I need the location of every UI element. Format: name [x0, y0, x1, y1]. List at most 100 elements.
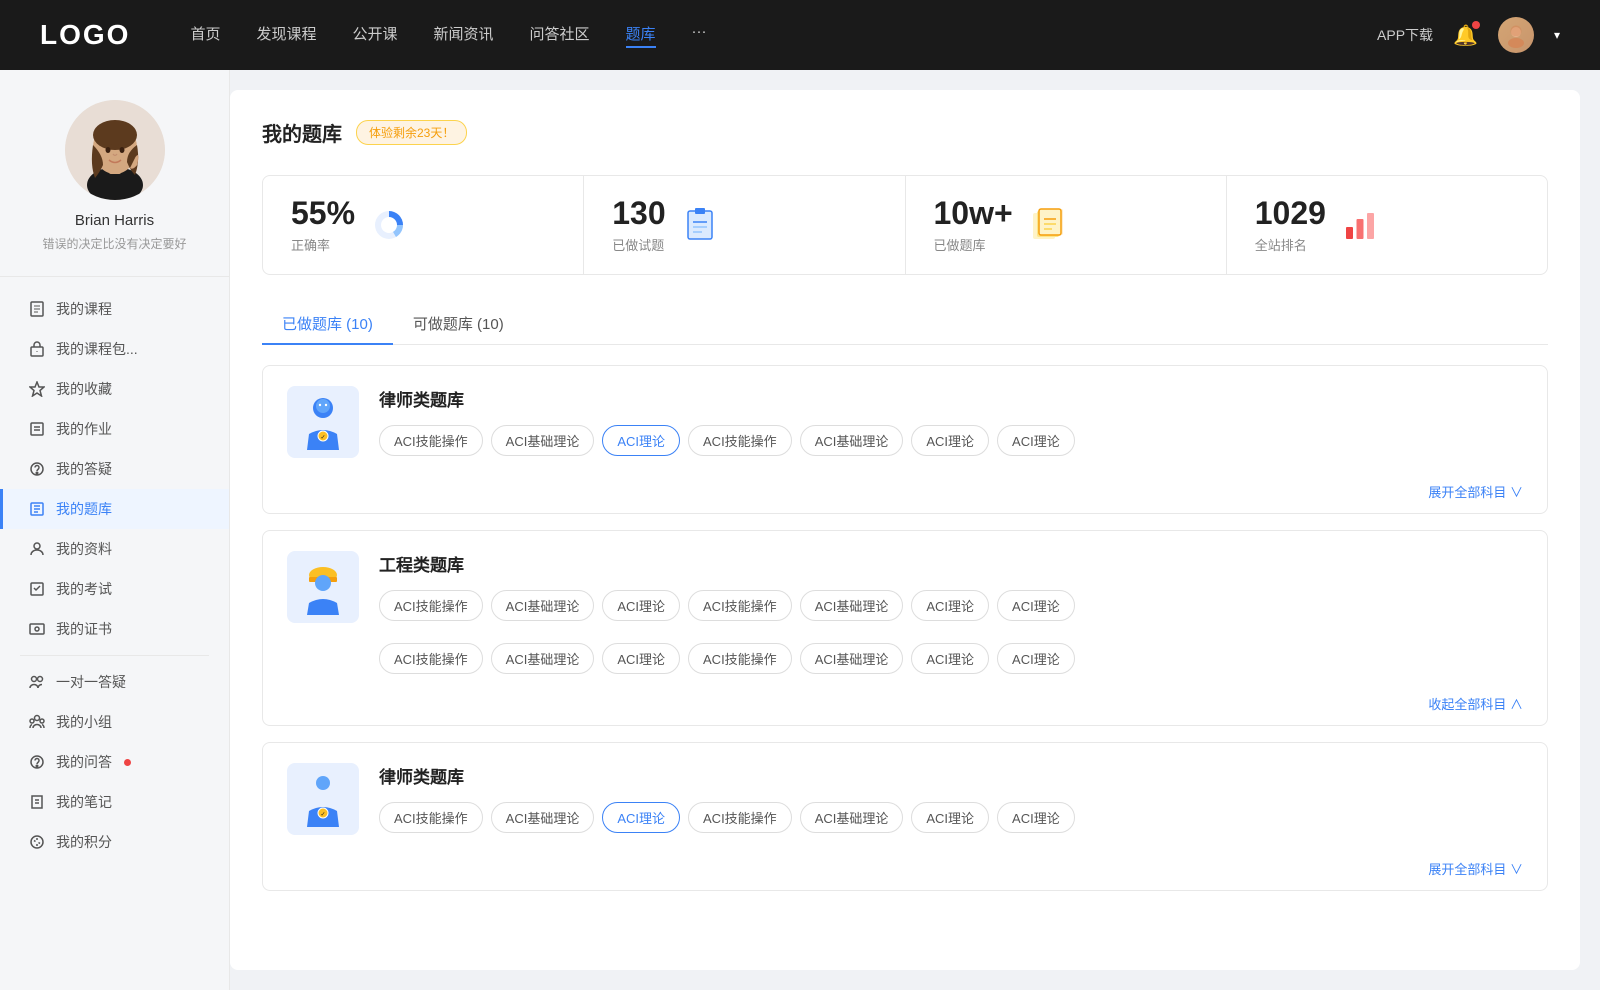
l2-tag-2[interactable]: ACI基础理论	[491, 802, 595, 833]
sidebar-item-group[interactable]: 我的小组	[0, 702, 229, 742]
sidebar-item-favorites[interactable]: 我的收藏	[0, 369, 229, 409]
avatar[interactable]	[1498, 17, 1534, 53]
qbank-card-engineer: 工程类题库 ACI技能操作 ACI基础理论 ACI理论 ACI技能操作 ACI基…	[262, 530, 1548, 726]
collapse-btn[interactable]: 收起全部科目 ∧	[263, 690, 1547, 725]
l2-tag-6[interactable]: ACI理论	[911, 802, 989, 833]
lawyer-figure-icon-2: ✓	[297, 771, 349, 827]
eng-tag-1[interactable]: ACI技能操作	[379, 590, 483, 621]
eng-tag-r2-2[interactable]: ACI基础理论	[491, 643, 595, 674]
tag-aci-basic-1[interactable]: ACI基础理论	[491, 425, 595, 456]
tab-available-banks[interactable]: 可做题库 (10)	[393, 303, 524, 344]
stat-ranking: 1029 全站排名	[1227, 176, 1547, 274]
sidebar-item-exam[interactable]: 我的考试	[0, 569, 229, 609]
sidebar-item-my-qa[interactable]: 我的问答	[0, 742, 229, 782]
package-icon	[28, 340, 46, 358]
tag-aci-theory-3[interactable]: ACI理论	[997, 425, 1075, 456]
qbank-card-lawyer-1: ✓ 律师类题库 ACI技能操作 ACI基础理论 ACI理论 ACI技能操作 AC…	[262, 365, 1548, 514]
sidebar-item-notes[interactable]: 我的笔记	[0, 782, 229, 822]
course-icon	[28, 300, 46, 318]
engineer-icon-wrap	[287, 551, 359, 623]
l2-tag-7[interactable]: ACI理论	[997, 802, 1075, 833]
l2-tag-5[interactable]: ACI基础理论	[800, 802, 904, 833]
sidebar-item-qa-me[interactable]: 我的答疑	[0, 449, 229, 489]
navbar-right: APP下载 🔔 ▾	[1377, 17, 1560, 53]
ranking-number: 1029	[1255, 196, 1326, 231]
eng-tag-r2-7[interactable]: ACI理论	[997, 643, 1075, 674]
eng-tag-6[interactable]: ACI理论	[911, 590, 989, 621]
sidebar-label-qa-me: 我的答疑	[56, 459, 112, 479]
sidebar-item-points[interactable]: 我的积分	[0, 822, 229, 862]
nav-courses[interactable]: 发现课程	[256, 23, 316, 48]
l2-tag-active[interactable]: ACI理论	[602, 802, 680, 833]
lawyer-bank-tags-2: ACI技能操作 ACI基础理论 ACI理论 ACI技能操作 ACI基础理论 AC…	[379, 802, 1523, 833]
nav-more[interactable]: ···	[692, 23, 707, 48]
tag-aci-skill-1[interactable]: ACI技能操作	[379, 425, 483, 456]
page-title: 我的题库	[262, 118, 342, 147]
eng-tag-r2-6[interactable]: ACI理论	[911, 643, 989, 674]
group-icon	[28, 713, 46, 731]
eng-tag-r2-1[interactable]: ACI技能操作	[379, 643, 483, 674]
expand-btn-1[interactable]: 展开全部科目 ∨	[263, 478, 1547, 513]
trial-badge: 体验剩余23天！	[356, 120, 467, 145]
accuracy-label: 正确率	[291, 235, 355, 254]
nav-news[interactable]: 新闻资讯	[434, 23, 494, 48]
qa-notification-dot	[124, 759, 131, 766]
qbank-icon	[28, 500, 46, 518]
eng-tag-r2-4[interactable]: ACI技能操作	[688, 643, 792, 674]
tag-aci-basic-2[interactable]: ACI基础理论	[800, 425, 904, 456]
eng-tag-5[interactable]: ACI基础理论	[800, 590, 904, 621]
l2-tag-1[interactable]: ACI技能操作	[379, 802, 483, 833]
eng-tag-7[interactable]: ACI理论	[997, 590, 1075, 621]
sidebar-item-one-on-one[interactable]: 一对一答疑	[0, 662, 229, 702]
eng-tag-r2-3[interactable]: ACI理论	[602, 643, 680, 674]
sidebar: Brian Harris 错误的决定比没有决定要好 我的课程 我的课程包...	[0, 70, 230, 990]
clipboard-list-icon	[682, 207, 718, 243]
profile-name: Brian Harris	[75, 212, 154, 229]
tab-done-banks[interactable]: 已做题库 (10)	[262, 303, 393, 344]
tag-aci-theory-active-1[interactable]: ACI理论	[602, 425, 680, 456]
tag-aci-skill-2[interactable]: ACI技能操作	[688, 425, 792, 456]
nav-qa[interactable]: 问答社区	[530, 23, 590, 48]
dropdown-arrow[interactable]: ▾	[1554, 28, 1560, 42]
notification-dot	[1472, 21, 1480, 29]
app-download-btn[interactable]: APP下载	[1377, 25, 1433, 45]
eng-tag-r2-5[interactable]: ACI基础理论	[800, 643, 904, 674]
question-icon	[28, 460, 46, 478]
eng-tag-4[interactable]: ACI技能操作	[688, 590, 792, 621]
lawyer-bank-title-1: 律师类题库	[379, 386, 1523, 411]
eng-tag-2[interactable]: ACI基础理论	[491, 590, 595, 621]
pie-chart-icon	[371, 207, 407, 243]
nav-home[interactable]: 首页	[190, 23, 220, 48]
eng-tag-3[interactable]: ACI理论	[602, 590, 680, 621]
cert-icon	[28, 620, 46, 638]
sidebar-label-group: 我的小组	[56, 712, 112, 732]
sidebar-item-cert[interactable]: 我的证书	[0, 609, 229, 649]
sidebar-item-profile[interactable]: 我的资料	[0, 529, 229, 569]
avatar-illustration	[65, 100, 165, 200]
notification-bell[interactable]: 🔔	[1453, 23, 1478, 48]
sidebar-item-courses[interactable]: 我的课程	[0, 289, 229, 329]
lawyer-bank-tags-1: ACI技能操作 ACI基础理论 ACI理论 ACI技能操作 ACI基础理论 AC…	[379, 425, 1523, 456]
engineer-bank-tags-row2: ACI技能操作 ACI基础理论 ACI理论 ACI技能操作 ACI基础理论 AC…	[263, 643, 1547, 690]
banks-number: 10w+	[934, 196, 1013, 231]
tabs-row: 已做题库 (10) 可做题库 (10)	[262, 303, 1548, 345]
nav-qbank[interactable]: 题库	[626, 23, 656, 48]
one-on-one-icon	[28, 673, 46, 691]
sidebar-item-packages[interactable]: 我的课程包...	[0, 329, 229, 369]
page-header: 我的题库 体验剩余23天！	[262, 118, 1548, 147]
l2-tag-4[interactable]: ACI技能操作	[688, 802, 792, 833]
sidebar-label-points: 我的积分	[56, 832, 112, 852]
navbar: LOGO 首页 发现课程 公开课 新闻资讯 问答社区 题库 ··· APP下载 …	[0, 0, 1600, 70]
lawyer-icon-wrap: ✓	[287, 386, 359, 458]
sidebar-label-packages: 我的课程包...	[56, 339, 138, 359]
svg-text:✓: ✓	[320, 435, 325, 441]
tag-aci-theory-2[interactable]: ACI理论	[911, 425, 989, 456]
expand-btn-3[interactable]: 展开全部科目 ∨	[263, 855, 1547, 890]
qa-icon	[28, 753, 46, 771]
nav-open-courses[interactable]: 公开课	[352, 23, 397, 48]
ranking-label: 全站排名	[1255, 235, 1326, 254]
main-content: 我的题库 体验剩余23天！ 55% 正确率	[230, 90, 1580, 970]
lawyer-bank-title-2: 律师类题库	[379, 763, 1523, 788]
sidebar-item-homework[interactable]: 我的作业	[0, 409, 229, 449]
sidebar-item-qbank[interactable]: 我的题库	[0, 489, 229, 529]
